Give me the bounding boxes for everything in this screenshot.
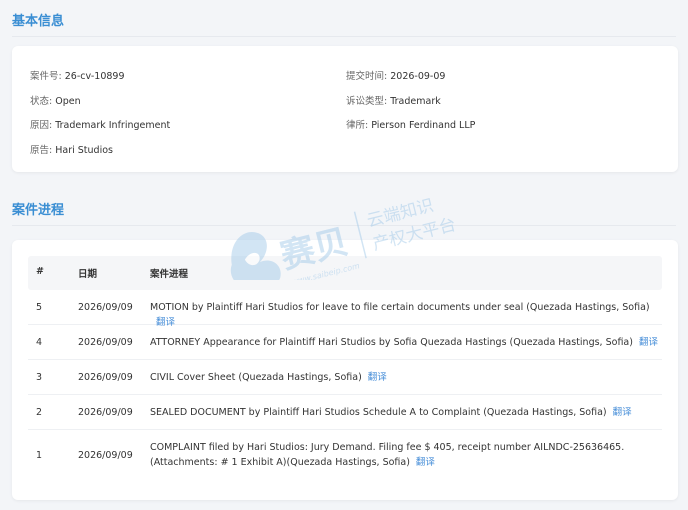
row-text: CIVIL Cover Sheet (Quezada Hastings, Sof… xyxy=(150,372,362,383)
progress-title: 案件进程 xyxy=(12,203,65,218)
row-description: COMPLAINT filed by Hari Studios: Jury De… xyxy=(150,440,658,470)
cause-value: Trademark Infringement xyxy=(55,120,171,131)
watermark-slogan-1: 云端知识 xyxy=(365,196,436,232)
info-case-number: 案件号: 26-cv-10899 xyxy=(30,68,125,82)
row-text: ATTORNEY Appearance for Plaintiff Hari S… xyxy=(150,337,633,348)
cause-label: 原因: xyxy=(30,120,53,131)
row-date: 2026/09/09 xyxy=(78,337,133,348)
info-plaintiff: 原告: Hari Studios xyxy=(30,142,113,156)
translate-link[interactable]: 翻译 xyxy=(613,407,632,418)
row-number: 4 xyxy=(36,337,43,348)
translate-link[interactable]: 翻译 xyxy=(416,457,435,468)
progress-divider xyxy=(12,225,676,226)
table-row: 1 2026/09/09 COMPLAINT filed by Hari Stu… xyxy=(28,430,662,480)
header-progress: 案件进程 xyxy=(150,269,189,280)
row-text: COMPLAINT filed by Hari Studios: Jury De… xyxy=(150,442,625,453)
submit-time-label: 提交时间: xyxy=(346,71,388,82)
row-date: 2026/09/09 xyxy=(78,407,133,418)
case-progress-card: # 日期 案件进程 5 2026/09/09 MOTION by Plainti… xyxy=(12,240,678,500)
info-submit-time: 提交时间: 2026-09-09 xyxy=(346,68,445,82)
translate-link[interactable]: 翻译 xyxy=(639,337,658,348)
table-header: # 日期 案件进程 xyxy=(28,256,662,290)
law-firm-label: 律所: xyxy=(346,120,369,131)
info-suit-type: 诉讼类型: Trademark xyxy=(346,93,441,107)
header-number: # xyxy=(36,266,44,277)
table-row: 3 2026/09/09 CIVIL Cover Sheet (Quezada … xyxy=(28,360,662,395)
plaintiff-label: 原告: xyxy=(30,145,53,156)
basic-info-title: 基本信息 xyxy=(12,14,65,29)
case-number-label: 案件号: xyxy=(30,71,62,82)
header-date: 日期 xyxy=(78,269,98,280)
row-date: 2026/09/09 xyxy=(78,372,133,383)
suit-type-value: Trademark xyxy=(390,96,441,107)
row-number: 3 xyxy=(36,372,43,383)
basic-info-card: 案件号: 26-cv-10899 提交时间: 2026-09-09 状态: Op… xyxy=(12,46,678,172)
status-value: Open xyxy=(55,96,81,107)
table-row: 5 2026/09/09 MOTION by Plaintiff Hari St… xyxy=(28,290,662,328)
plaintiff-value: Hari Studios xyxy=(55,145,113,156)
row-number: 5 xyxy=(36,302,43,313)
status-label: 状态: xyxy=(30,96,53,107)
row-description: CIVIL Cover Sheet (Quezada Hastings, Sof… xyxy=(150,370,658,385)
row-number: 2 xyxy=(36,407,43,418)
info-status: 状态: Open xyxy=(30,93,81,107)
info-cause: 原因: Trademark Infringement xyxy=(30,117,170,131)
table-row: 4 2026/09/09 ATTORNEY Appearance for Pla… xyxy=(28,325,662,360)
row-description: ATTORNEY Appearance for Plaintiff Hari S… xyxy=(150,335,658,350)
row-date: 2026/09/09 xyxy=(78,450,133,461)
row-text: SEALED DOCUMENT by Plaintiff Hari Studio… xyxy=(150,407,607,418)
info-law-firm: 律所: Pierson Ferdinand LLP xyxy=(346,117,475,131)
translate-link[interactable]: 翻译 xyxy=(368,372,387,383)
case-number-value: 26-cv-10899 xyxy=(64,71,125,82)
table-row: 2 2026/09/09 SEALED DOCUMENT by Plaintif… xyxy=(28,395,662,430)
suit-type-label: 诉讼类型: xyxy=(346,96,388,107)
submit-time-value: 2026-09-09 xyxy=(390,71,446,82)
row-text: MOTION by Plaintiff Hari Studios for lea… xyxy=(150,302,650,313)
row-text-continued: (Attachments: # 1 Exhibit A)(Quezada Has… xyxy=(150,457,410,468)
basic-info-divider xyxy=(12,36,676,37)
row-date: 2026/09/09 xyxy=(78,302,133,313)
row-number: 1 xyxy=(36,450,43,461)
row-description: SEALED DOCUMENT by Plaintiff Hari Studio… xyxy=(150,405,658,420)
law-firm-value: Pierson Ferdinand LLP xyxy=(371,120,476,131)
